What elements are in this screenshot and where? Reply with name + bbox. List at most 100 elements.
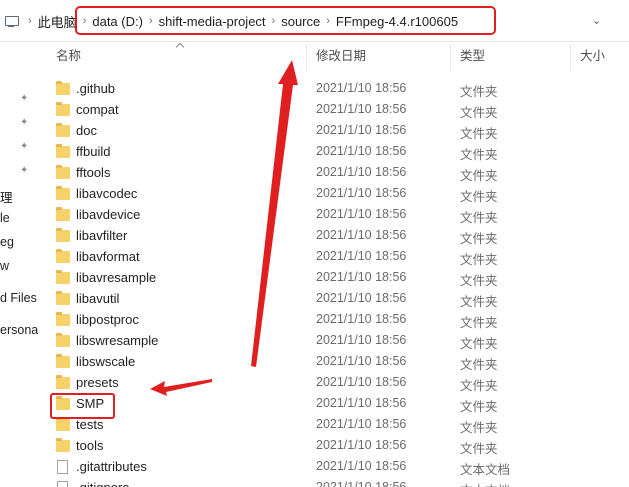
file-date: 2021/1/10 18:56 <box>316 291 407 305</box>
file-name: tests <box>76 417 104 432</box>
table-row[interactable]: SMP 2021/1/10 18:56 文件夹 <box>50 394 629 415</box>
file-name: .github <box>76 81 116 96</box>
file-date: 2021/1/10 18:56 <box>316 207 407 221</box>
file-name: libavresample <box>76 270 157 285</box>
table-row[interactable]: libswresample 2021/1/10 18:56 文件夹 <box>50 331 629 352</box>
column-header-type[interactable]: 类型 <box>460 45 485 71</box>
file-date: 2021/1/10 18:56 <box>316 333 407 347</box>
table-row[interactable]: .gitignore 2021/1/10 18:56 文本文档 <box>50 478 629 487</box>
file-type: 文件夹 <box>460 295 498 309</box>
file-name: fftools <box>76 165 111 180</box>
table-row[interactable]: libpostproc 2021/1/10 18:56 文件夹 <box>50 310 629 331</box>
file-date: 2021/1/10 18:56 <box>316 417 407 431</box>
file-type: 文件夹 <box>460 316 498 330</box>
file-name: libavcodec <box>76 186 138 201</box>
folder-icon <box>56 102 70 116</box>
text-file-icon <box>57 481 68 487</box>
nav-item[interactable]: ersona <box>0 323 38 337</box>
table-row[interactable]: presets 2021/1/10 18:56 文件夹 <box>50 373 629 394</box>
pin-icon[interactable]: ✦ <box>20 141 31 152</box>
folder-icon <box>56 165 70 179</box>
nav-item[interactable]: 理 <box>0 187 13 206</box>
breadcrumb-this-pc[interactable]: 此电脑 <box>38 12 77 31</box>
file-name: doc <box>76 123 97 138</box>
folder-icon <box>56 81 70 95</box>
file-type: 文件夹 <box>460 421 498 435</box>
file-type: 文本文档 <box>460 463 511 477</box>
file-name: .gitignore <box>76 480 129 487</box>
file-type: 文件夹 <box>460 337 498 351</box>
file-date: 2021/1/10 18:56 <box>316 186 407 200</box>
table-row[interactable]: tests 2021/1/10 18:56 文件夹 <box>50 415 629 436</box>
chevron-right-icon[interactable]: › <box>83 15 87 27</box>
column-size-label: 大小 <box>580 49 606 63</box>
column-divider[interactable] <box>570 45 571 71</box>
file-date: 2021/1/10 18:56 <box>316 165 407 179</box>
address-bar[interactable]: › 此电脑 › data (D:) › shift-media-project … <box>0 0 629 42</box>
file-type: 文件夹 <box>460 169 498 183</box>
breadcrumb-ffmpeg[interactable]: FFmpeg-4.4.r100605 <box>336 14 458 29</box>
folder-icon <box>56 249 70 263</box>
address-dropdown-icon[interactable]: ⌄ <box>592 14 601 27</box>
breadcrumb-source[interactable]: source <box>281 14 320 29</box>
chevron-right-icon[interactable]: › <box>149 15 153 27</box>
file-type: 文件夹 <box>460 232 498 246</box>
folder-icon <box>56 186 70 200</box>
file-type: 文本文档 <box>460 480 510 487</box>
breadcrumb-data-drive[interactable]: data (D:) <box>92 14 143 29</box>
nav-item[interactable]: w <box>0 259 9 273</box>
nav-item[interactable]: eg <box>0 235 14 249</box>
table-row[interactable]: libswscale 2021/1/10 18:56 文件夹 <box>50 352 629 373</box>
file-type: 文件夹 <box>460 106 498 120</box>
pin-icon[interactable]: ✦ <box>20 93 31 104</box>
chevron-right-icon[interactable]: › <box>272 15 276 27</box>
pin-icon[interactable]: ✦ <box>20 117 31 128</box>
folder-icon <box>56 291 70 305</box>
table-row[interactable]: ffbuild 2021/1/10 18:56 文件夹 <box>50 142 629 163</box>
file-date: 2021/1/10 18:56 <box>316 312 407 326</box>
table-row[interactable]: libavfilter 2021/1/10 18:56 文件夹 <box>50 226 629 247</box>
table-row[interactable]: libavdevice 2021/1/10 18:56 文件夹 <box>50 205 629 226</box>
file-type: 文件夹 <box>460 400 498 414</box>
file-date: 2021/1/10 18:56 <box>316 144 407 158</box>
nav-item[interactable]: d Files <box>0 291 37 305</box>
file-type: 文件夹 <box>460 148 498 162</box>
file-name: tools <box>76 438 104 453</box>
file-date: 2021/1/10 18:56 <box>316 396 407 410</box>
chevron-right-icon[interactable]: › <box>28 15 32 27</box>
chevron-right-icon[interactable]: › <box>326 15 330 27</box>
table-row[interactable]: tools 2021/1/10 18:56 文件夹 <box>50 436 629 457</box>
file-name: compat <box>76 102 119 117</box>
column-header-name[interactable]: 名称 <box>56 45 81 71</box>
file-name: libavutil <box>76 291 120 306</box>
table-row[interactable]: libavformat 2021/1/10 18:56 文件夹 <box>50 247 629 268</box>
file-date: 2021/1/10 18:56 <box>316 270 407 284</box>
table-row[interactable]: fftools 2021/1/10 18:56 文件夹 <box>50 163 629 184</box>
column-header-date[interactable]: 修改日期 <box>316 45 366 71</box>
file-name: libswresample <box>76 333 159 348</box>
table-row[interactable]: .github 2021/1/10 18:56 文件夹 <box>50 79 629 100</box>
folder-icon <box>56 123 70 137</box>
table-row[interactable]: .gitattributes 2021/1/10 18:56 文本文档 <box>50 457 629 478</box>
folder-icon <box>56 144 70 158</box>
column-header-size[interactable]: 大小 <box>580 45 605 71</box>
folder-icon <box>56 438 70 452</box>
file-date: 2021/1/10 18:56 <box>316 228 407 242</box>
table-row[interactable]: libavutil 2021/1/10 18:56 文件夹 <box>50 289 629 310</box>
column-divider[interactable] <box>450 45 451 71</box>
file-type: 文件夹 <box>460 85 498 99</box>
column-type-label: 类型 <box>460 49 486 63</box>
table-row[interactable]: libavresample 2021/1/10 18:56 文件夹 <box>50 268 629 289</box>
file-date: 2021/1/10 18:56 <box>316 354 407 368</box>
table-row[interactable]: doc 2021/1/10 18:56 文件夹 <box>50 121 629 142</box>
column-divider[interactable] <box>306 45 307 71</box>
nav-item[interactable]: le <box>0 211 10 225</box>
breadcrumb-shift-media-project[interactable]: shift-media-project <box>159 14 266 29</box>
table-row[interactable]: libavcodec 2021/1/10 18:56 文件夹 <box>50 184 629 205</box>
table-row[interactable]: compat 2021/1/10 18:56 文件夹 <box>50 100 629 121</box>
pin-icon[interactable]: ✦ <box>20 165 31 176</box>
file-name: libpostproc <box>76 312 139 327</box>
file-type: 文件夹 <box>460 442 498 456</box>
file-type: 文件夹 <box>460 190 498 204</box>
column-date-label: 修改日期 <box>316 49 367 63</box>
